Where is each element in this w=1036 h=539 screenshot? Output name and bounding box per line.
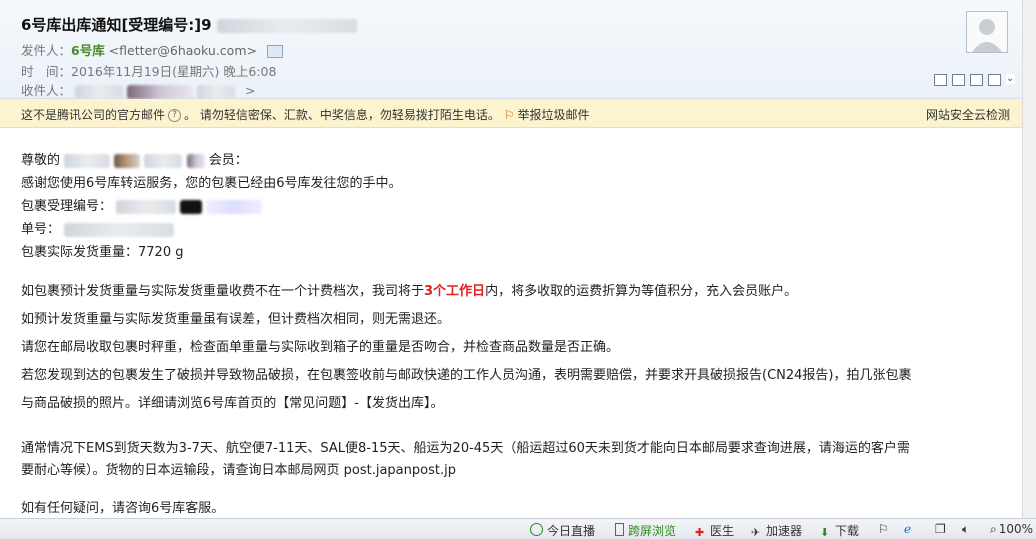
download-label: 下载: [835, 524, 860, 538]
refund-text-b: 内，将多收取的运费折算为等值积分，充入会员账户。: [485, 284, 798, 299]
chevron-down-icon[interactable]: ⌄: [1006, 74, 1015, 84]
redacted-reference: [180, 199, 203, 214]
to-label: 收件人：: [21, 83, 72, 98]
time-row: 时 间：2016年11月19日(星期六) 晚上6:08: [21, 61, 276, 80]
redacted-name: [186, 153, 205, 168]
rocket-icon: ✈: [751, 526, 761, 539]
redacted-tracking: [64, 222, 175, 237]
redacted-reference: [206, 199, 263, 214]
mail-toolbar: ⌄: [934, 74, 1015, 86]
to-row: 收件人： >: [21, 80, 255, 99]
accelerator-button[interactable]: ✈ 加速器: [751, 522, 802, 539]
greeting-prefix: 尊敬的: [21, 153, 61, 168]
phone-icon: [615, 523, 624, 536]
redacted-reference: [116, 199, 177, 214]
vertical-scrollbar[interactable]: [1022, 0, 1036, 518]
damage-paragraph: 若您发现到达的包裹发生了破损并导致物品破损，在包裹签收前与邮政快递的工作人员沟通…: [21, 368, 912, 383]
greeting-suffix: 会员：: [208, 153, 248, 168]
reference-line: 包裹受理编号：: [21, 195, 263, 214]
warning-prefix: 这不是腾讯公司的官方邮件: [21, 108, 166, 122]
sender-avatar[interactable]: [966, 11, 1008, 53]
browser-status-bar: 今日直播 跨屏浏览 ✚ 医生 ✈ 加速器 ⬇ 下载 ⚐ ℯ ❐ 🔈︎ ⌕ 100%: [0, 518, 1036, 539]
report-icon: ⚐: [503, 108, 515, 122]
windows-icon[interactable]: ❐: [935, 522, 946, 536]
recipients-expand[interactable]: >: [245, 83, 255, 98]
zoom-control[interactable]: ⌕ 100%: [990, 522, 1033, 537]
feedback-icon[interactable]: ⚐: [878, 522, 889, 536]
from-label: 发件人：: [21, 43, 72, 58]
contact-service-line: 如有任何疑问，请咨询6号库客服。: [21, 501, 225, 516]
page-icon[interactable]: [970, 74, 983, 86]
greeting: 尊敬的 会员：: [21, 149, 248, 168]
damage-paragraph-cont: 与商品破损的照片。详细请浏览6号库首页的【常见问题】-【发货出库】。: [21, 396, 444, 411]
tracking-label: 单号：: [21, 222, 61, 237]
sender-address: <fletter@6haoku.com>: [108, 43, 257, 58]
medical-icon: ✚: [695, 526, 705, 539]
delivery-times-paragraph-cont: 要耐心等候）。货物的日本运输段，请查询日本邮局网页 post.japanpost…: [21, 463, 456, 478]
redacted-name: [64, 153, 111, 168]
help-icon[interactable]: ?: [168, 109, 182, 122]
cross-screen-label: 跨屏浏览: [628, 524, 677, 538]
site-security-check-link[interactable]: 网站安全云检测: [926, 106, 1010, 123]
delivery-times-paragraph: 通常情况下EMS到货天数为3-7天、航空便7-11天、SAL便8-15天、船运为…: [21, 441, 910, 456]
window-icon[interactable]: [934, 74, 947, 86]
tracking-line: 单号：: [21, 218, 175, 237]
email-subject: 6号库出库通知[受理编号:]9: [21, 14, 357, 35]
magnifier-icon: ⌕: [990, 522, 997, 536]
download-icon: ⬇: [820, 526, 830, 539]
thanks-line: 感谢您使用6号库转运服务，您的包裹已经由6号库发往您的手中。: [21, 176, 402, 191]
copy-icon[interactable]: [952, 74, 965, 86]
redacted-recipient: [196, 84, 235, 99]
refund-text-a: 如包裹预计发货重量与实际发货重量收费不在一个计费档次，我司将于: [21, 284, 425, 299]
redacted-recipient: [75, 84, 123, 99]
play-icon: [530, 523, 543, 536]
reference-label: 包裹受理编号：: [21, 199, 113, 214]
ie-icon[interactable]: ℯ: [904, 522, 911, 536]
redacted-name: [144, 153, 183, 168]
download-button[interactable]: ⬇ 下载: [820, 522, 859, 539]
security-warning-bar: 这不是腾讯公司的官方邮件?。 请勿轻信密保、汇款、中奖信息，勿轻易拨打陌生电话。…: [0, 99, 1022, 128]
no-refund-paragraph: 如预计发货重量与实际发货重量虽有误差，但计费档次相同，则无需退还。: [21, 312, 451, 327]
refund-days: 3个工作日: [424, 284, 486, 299]
redacted-name: [114, 153, 141, 168]
zoom-level: 100%: [998, 522, 1034, 536]
report-spam-link[interactable]: 举报垃圾邮件: [517, 108, 589, 122]
subject-text: 6号库出库通知[受理编号:]9: [21, 16, 212, 34]
time-label: 时 间：: [21, 64, 72, 79]
print-icon[interactable]: [988, 74, 1001, 86]
redacted-recipient: [126, 84, 193, 99]
redacted-subject-number: [216, 18, 357, 33]
contact-card-icon[interactable]: [266, 45, 283, 58]
cross-screen-button[interactable]: 跨屏浏览: [615, 522, 676, 539]
accelerator-label: 加速器: [766, 524, 803, 538]
sender-name[interactable]: 6号库: [71, 43, 105, 58]
weigh-check-paragraph: 请您在邮局收取包裹时秤重，检查面单重量与实际收到箱子的重量是否吻合，并检查商品数…: [21, 340, 620, 355]
warning-text: 。 请勿轻信密保、汇款、中奖信息，勿轻易拨打陌生电话。: [184, 108, 500, 122]
refund-paragraph: 如包裹预计发货重量与实际发货重量收费不在一个计费档次，我司将于3个工作日内，将多…: [21, 280, 797, 299]
live-button[interactable]: 今日直播: [530, 522, 595, 539]
email-header: 6号库出库通知[受理编号:]9 发件人：6号库 <fletter@6haoku.…: [0, 0, 1022, 99]
time-value: 2016年11月19日(星期六) 晚上6:08: [71, 64, 277, 79]
weight-line: 包裹实际发货重量：7720 g: [21, 245, 184, 260]
doctor-button[interactable]: ✚ 医生: [695, 522, 734, 539]
live-label: 今日直播: [547, 524, 596, 538]
doctor-label: 医生: [710, 524, 735, 538]
from-row: 发件人：6号库 <fletter@6haoku.com>: [21, 40, 283, 59]
volume-icon[interactable]: 🔈︎: [962, 522, 969, 537]
